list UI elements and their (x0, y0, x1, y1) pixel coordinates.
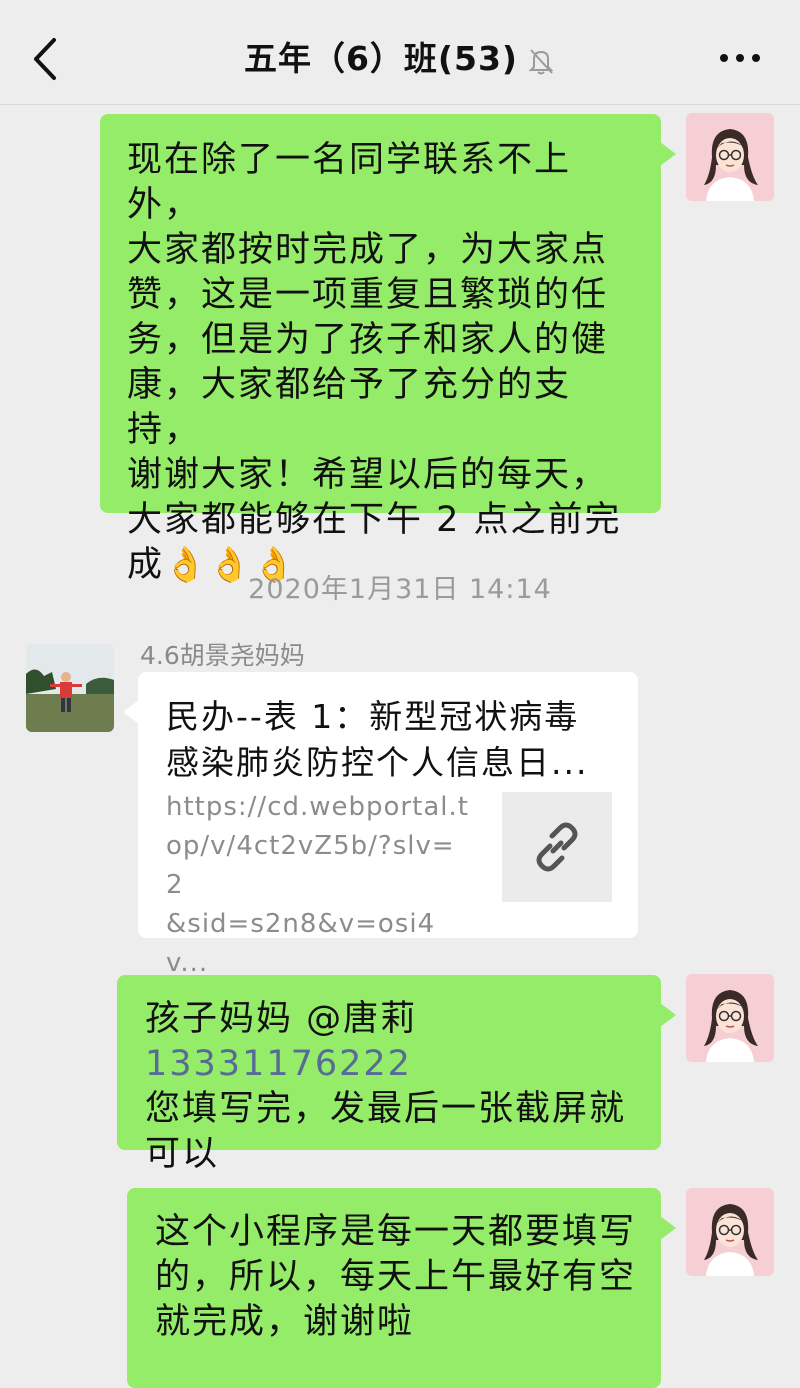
link-url-line: https://cd.webportal.t (166, 792, 469, 822)
message-bubble-self[interactable]: 现在除了一名同学联系不上外， 大家都按时完成了，为大家点 赞，这是一项重复且繁琐… (100, 114, 676, 585)
chat-title-row: 五年（6）班(53) (0, 38, 800, 80)
avatar-self[interactable] (686, 1188, 774, 1276)
avatar-self[interactable] (686, 113, 774, 201)
message-line: 可以 (145, 1134, 220, 1174)
avatar-self[interactable] (686, 974, 774, 1062)
message-line: 孩子妈妈 @唐莉 13331176222 (145, 997, 641, 1087)
avatar-other[interactable] (26, 644, 114, 732)
message-line: 赞，这是一项重复且繁琐的任 (127, 275, 609, 315)
link-card-title: 民办--表 1：新型冠状病毒 感染肺炎防控个人信息日... (166, 694, 606, 786)
message-line: 康，大家都给予了充分的支持， (127, 365, 572, 450)
message-line: 谢谢大家！希望以后的每天， (127, 455, 609, 495)
chat-header: 五年（6）班(53) (0, 0, 800, 105)
link-url-line: &sid=s2n8&v=osi4v... (166, 909, 436, 978)
link-title-line: 感染肺炎防控个人信息日... (166, 743, 589, 782)
bell-off-icon (526, 44, 556, 75)
link-title-line: 民办--表 1：新型冠状病毒 (166, 697, 580, 736)
more-dots-icon (720, 54, 760, 62)
link-card[interactable]: 民办--表 1：新型冠状病毒 感染肺炎防控个人信息日... https://cd… (123, 672, 638, 978)
message-line: 这个小程序是每一天都要填写 (155, 1212, 637, 1252)
message-line: 您填写完，发最后一张截屏就 (145, 1089, 627, 1129)
message-line: 就完成，谢谢啦 (155, 1302, 415, 1342)
link-icon (536, 822, 578, 872)
message-line: 大家都能够在下午 2 点之前完 (127, 500, 622, 540)
message-bubble-self[interactable]: 这个小程序是每一天都要填写 的，所以，每天上午最好有空 就完成，谢谢啦 (127, 1188, 676, 1388)
more-button[interactable] (716, 48, 764, 68)
link-url-line: op/v/4ct2vZ5b/?slv=2 (166, 831, 455, 900)
message-timestamp: 2020年1月31日 14:14 (248, 574, 552, 605)
sender-name: 4.6胡景尧妈妈 (140, 641, 305, 670)
link-card-url: https://cd.webportal.t op/v/4ct2vZ5b/?sl… (166, 788, 471, 983)
message-line: 大家都按时完成了，为大家点 (127, 230, 609, 270)
mention-text: 孩子妈妈 @唐莉 (145, 999, 418, 1039)
chat-title: 五年（6）班(53) (243, 39, 519, 78)
message-line: 的，所以，每天上午最好有空 (155, 1257, 637, 1297)
phone-link[interactable]: 13331176222 (145, 1044, 412, 1084)
message-line: 务，但是为了孩子和家人的健 (127, 320, 609, 360)
link-thumbnail (502, 792, 612, 902)
message-bubble-self[interactable]: 孩子妈妈 @唐莉 13331176222 您填写完，发最后一张截屏就 可以 (117, 975, 676, 1174)
message-line: 现在除了一名同学联系不上外， (127, 140, 572, 225)
